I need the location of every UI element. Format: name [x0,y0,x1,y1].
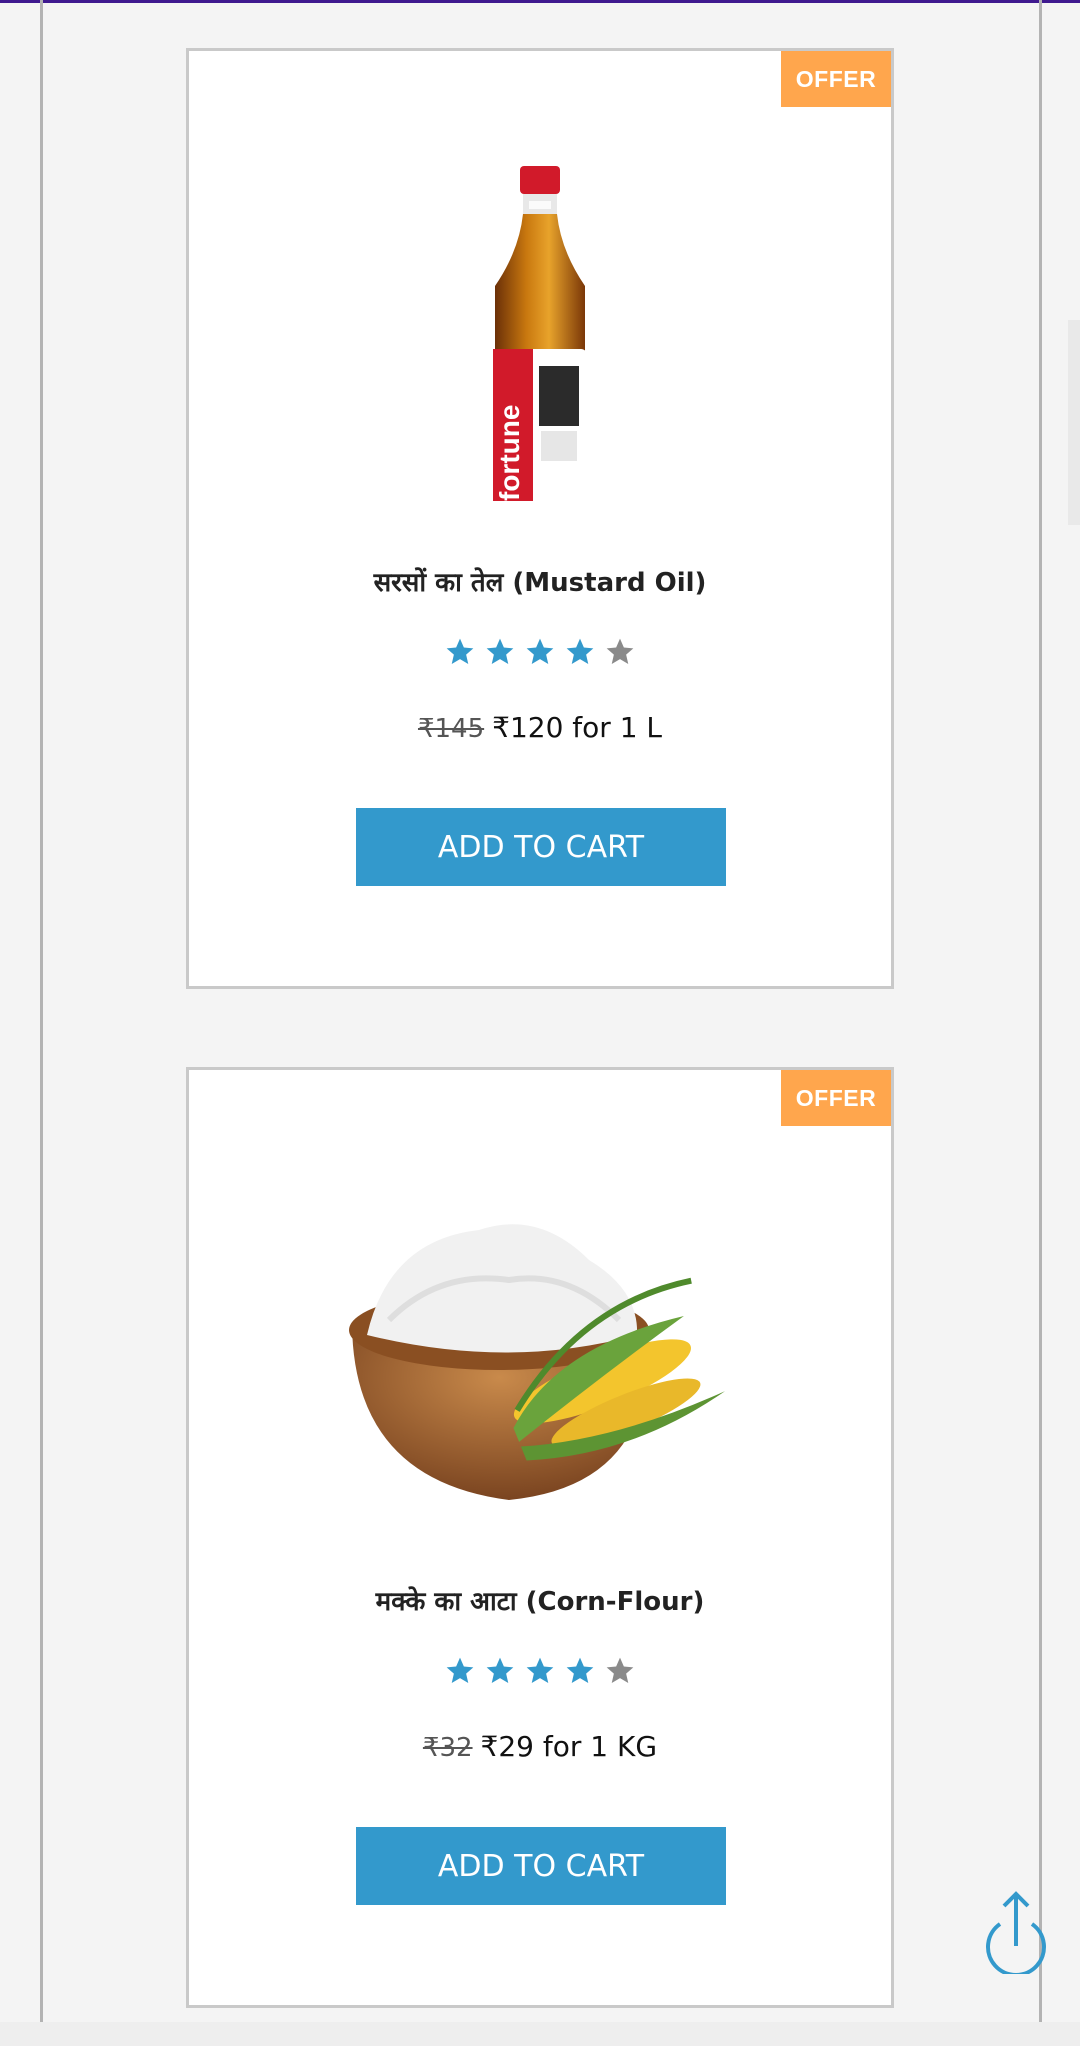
star-filled-icon [526,638,554,664]
rating-stars [189,636,891,668]
star-filled-icon [486,1657,514,1683]
left-border-line [40,0,43,2022]
right-border-line [1039,0,1042,2022]
price-line: ₹32 ₹29 for 1 KG [189,1730,891,1763]
product-card-mustard-oil[interactable]: OFFER fortune सरसों का तेल (Mustard Oil) [186,48,894,989]
sale-price: ₹29 for 1 KG [480,1730,658,1763]
price-line: ₹145 ₹120 for 1 L [189,711,891,744]
star-filled-icon [486,638,514,664]
product-title[interactable]: सरसों का तेल (Mustard Oil) [189,563,891,599]
product-title[interactable]: मक्के का आटा (Corn-Flour) [189,1582,891,1618]
star-filled-icon [526,1657,554,1683]
mustard-oil-bottle-icon: fortune [493,166,587,556]
rating-stars [189,1655,891,1687]
corn-flour-bowl-icon [349,1224,726,1500]
side-scroll-indicator[interactable] [1068,320,1080,525]
add-to-cart-button[interactable]: ADD TO CART [356,808,726,886]
offer-badge: OFFER [781,1070,891,1126]
sale-price: ₹120 for 1 L [492,711,663,744]
star-filled-icon [446,1657,474,1683]
star-filled-icon [446,638,474,664]
product-image[interactable] [189,1120,891,1520]
star-filled-icon [566,1657,594,1683]
add-to-cart-button[interactable]: ADD TO CART [356,1827,726,1905]
bottle-label-text: fortune [494,405,525,501]
star-filled-icon [566,638,594,664]
top-accent-bar [0,0,1080,3]
original-price: ₹145 [417,714,485,744]
product-card-corn-flour[interactable]: OFFER मक्के का आटा (Corn-Flour) ₹32 ₹29 … [186,1067,894,2008]
bottom-strip [0,2022,1080,2046]
original-price: ₹32 [422,1733,473,1763]
offer-badge: OFFER [781,51,891,107]
star-empty-icon [606,1657,634,1683]
back-to-top-arrow-icon [986,1891,1046,1977]
star-empty-icon [606,638,634,664]
product-image[interactable]: fortune [189,101,891,556]
back-to-top-button[interactable] [980,1888,1052,1977]
